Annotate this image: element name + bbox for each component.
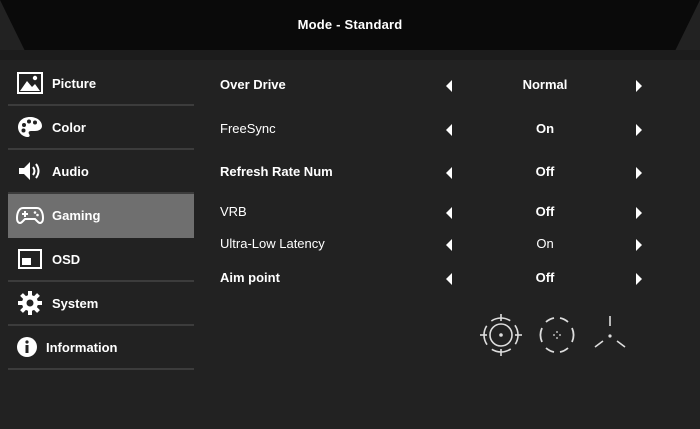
arrow-right-icon[interactable] bbox=[636, 80, 642, 92]
setting-value: Off bbox=[535, 204, 555, 219]
setting-value: Off bbox=[535, 164, 555, 179]
arrow-right-icon[interactable] bbox=[636, 207, 642, 219]
setting-label: Ultra-Low Latency bbox=[220, 236, 325, 251]
setting-ultra-low-latency[interactable]: Ultra-Low Latency On bbox=[220, 233, 660, 255]
header-band bbox=[0, 50, 700, 60]
setting-label: Over Drive bbox=[220, 77, 286, 92]
arrow-right-icon[interactable] bbox=[636, 167, 642, 179]
setting-label: VRB bbox=[220, 204, 247, 219]
sidebar-item-picture[interactable]: Picture bbox=[8, 62, 194, 106]
sidebar-item-system[interactable]: System bbox=[8, 282, 194, 326]
sidebar-item-osd[interactable]: OSD bbox=[8, 238, 194, 282]
setting-over-drive[interactable]: Over Drive Normal bbox=[220, 74, 660, 96]
arrow-left-icon[interactable] bbox=[446, 124, 452, 136]
arrow-right-icon[interactable] bbox=[636, 239, 642, 251]
sidebar-item-color[interactable]: Color bbox=[8, 106, 194, 150]
sidebar-item-label: Gaming bbox=[52, 207, 101, 223]
setting-vrb[interactable]: VRB Off bbox=[220, 201, 660, 223]
arrow-right-icon[interactable] bbox=[636, 124, 642, 136]
mode-title: Mode - Standard bbox=[297, 17, 403, 32]
speaker-icon bbox=[10, 156, 50, 186]
palette-icon bbox=[10, 112, 50, 142]
sidebar-item-information[interactable]: Information bbox=[8, 326, 194, 370]
sidebar-item-label: Audio bbox=[52, 163, 89, 179]
setting-refresh-rate-num[interactable]: Refresh Rate Num Off bbox=[220, 161, 660, 183]
arrow-right-icon[interactable] bbox=[636, 273, 642, 285]
aim-point-options bbox=[478, 312, 628, 358]
sidebar-item-label: Information bbox=[46, 339, 118, 355]
setting-label: FreeSync bbox=[220, 121, 276, 136]
sidebar-item-label: System bbox=[52, 295, 99, 311]
picture-icon bbox=[10, 68, 50, 98]
sidebar-item-label: OSD bbox=[52, 251, 81, 267]
sidebar-item-label: Color bbox=[52, 119, 86, 135]
arrow-left-icon[interactable] bbox=[446, 239, 452, 251]
crosshair-tri-icon[interactable] bbox=[590, 312, 630, 358]
gamepad-icon bbox=[10, 200, 50, 230]
osd-menu: Mode - Standard Picture Color Audio Gami… bbox=[0, 0, 700, 429]
arrow-left-icon[interactable] bbox=[446, 80, 452, 92]
setting-label: Aim point bbox=[220, 270, 280, 285]
info-icon bbox=[10, 332, 44, 362]
gear-icon bbox=[10, 288, 50, 318]
sidebar-item-audio[interactable]: Audio bbox=[8, 150, 194, 194]
sidebar: Picture Color Audio Gaming OSD System In… bbox=[8, 62, 194, 370]
mode-header: Mode - Standard bbox=[0, 0, 700, 50]
osd-window-icon bbox=[10, 244, 50, 274]
arrow-left-icon[interactable] bbox=[446, 207, 452, 219]
setting-label: Refresh Rate Num bbox=[220, 164, 333, 179]
arrow-left-icon[interactable] bbox=[446, 167, 452, 179]
setting-freesync[interactable]: FreeSync On bbox=[220, 118, 660, 140]
setting-value: Normal bbox=[522, 77, 568, 92]
sidebar-item-label: Picture bbox=[52, 75, 97, 91]
arrow-left-icon[interactable] bbox=[446, 273, 452, 285]
setting-value: On bbox=[535, 121, 555, 136]
setting-aim-point[interactable]: Aim point Off bbox=[220, 267, 660, 289]
setting-value: On bbox=[536, 236, 554, 251]
sidebar-item-gaming[interactable]: Gaming bbox=[8, 194, 194, 238]
crosshair-circle-icon[interactable] bbox=[478, 312, 524, 358]
setting-value: Off bbox=[535, 270, 555, 285]
crosshair-bracket-icon[interactable] bbox=[534, 312, 580, 358]
